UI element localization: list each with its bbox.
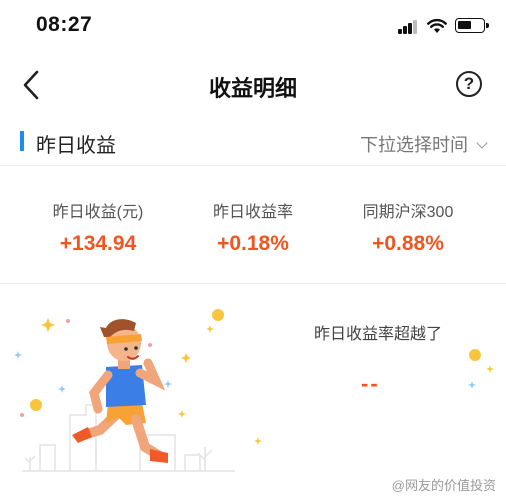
nav-bar: 收益明细 ? <box>0 52 506 118</box>
stat-value: +134.94 <box>59 232 137 255</box>
time-picker-label: 下拉选择时间 <box>360 135 468 155</box>
stat-hs300-same-period: 同期沪深300 +0.88% <box>324 198 492 256</box>
decoration-sparkles-right <box>468 349 494 389</box>
stat-yesterday-return-rate: 昨日收益率 +0.18% <box>169 198 337 256</box>
section-title: 昨日收益 <box>36 135 116 157</box>
time-picker-dropdown[interactable]: 下拉选择时间 <box>360 131 488 157</box>
page-title: 收益明细 <box>208 76 297 101</box>
runner-illustration <box>14 309 262 472</box>
status-time: 08:27 <box>36 13 93 36</box>
stats-panel: 昨日收益(元) +134.94 昨日收益率 +0.18% 同期沪深300 +0.… <box>0 166 506 284</box>
chevron-down-icon <box>476 137 488 149</box>
wifi-icon <box>427 18 447 33</box>
stat-value: +0.18% <box>217 232 289 255</box>
stat-label: 昨日收益(元) <box>52 204 144 221</box>
stat-value: +0.88% <box>372 232 444 255</box>
stat-label: 同期沪深300 <box>362 204 454 221</box>
battery-icon <box>455 18 489 33</box>
section-accent-bar <box>20 131 24 151</box>
stat-yesterday-earnings: 昨日收益(元) +134.94 <box>14 198 182 256</box>
status-bar: 08:27 <box>0 0 506 52</box>
help-icon[interactable]: ? <box>456 71 482 97</box>
illustration-area: 昨日收益率超越了 -- @网友的价值投资 <box>0 285 506 500</box>
beat-ratio-value: -- <box>361 371 380 396</box>
stat-label: 昨日收益率 <box>212 204 293 221</box>
watermark: @网友的价值投资 <box>391 478 496 493</box>
section-header: 昨日收益 下拉选择时间 <box>0 118 506 166</box>
beat-ratio-label: 昨日收益率超越了 <box>314 326 443 343</box>
signal-icon <box>398 20 418 34</box>
